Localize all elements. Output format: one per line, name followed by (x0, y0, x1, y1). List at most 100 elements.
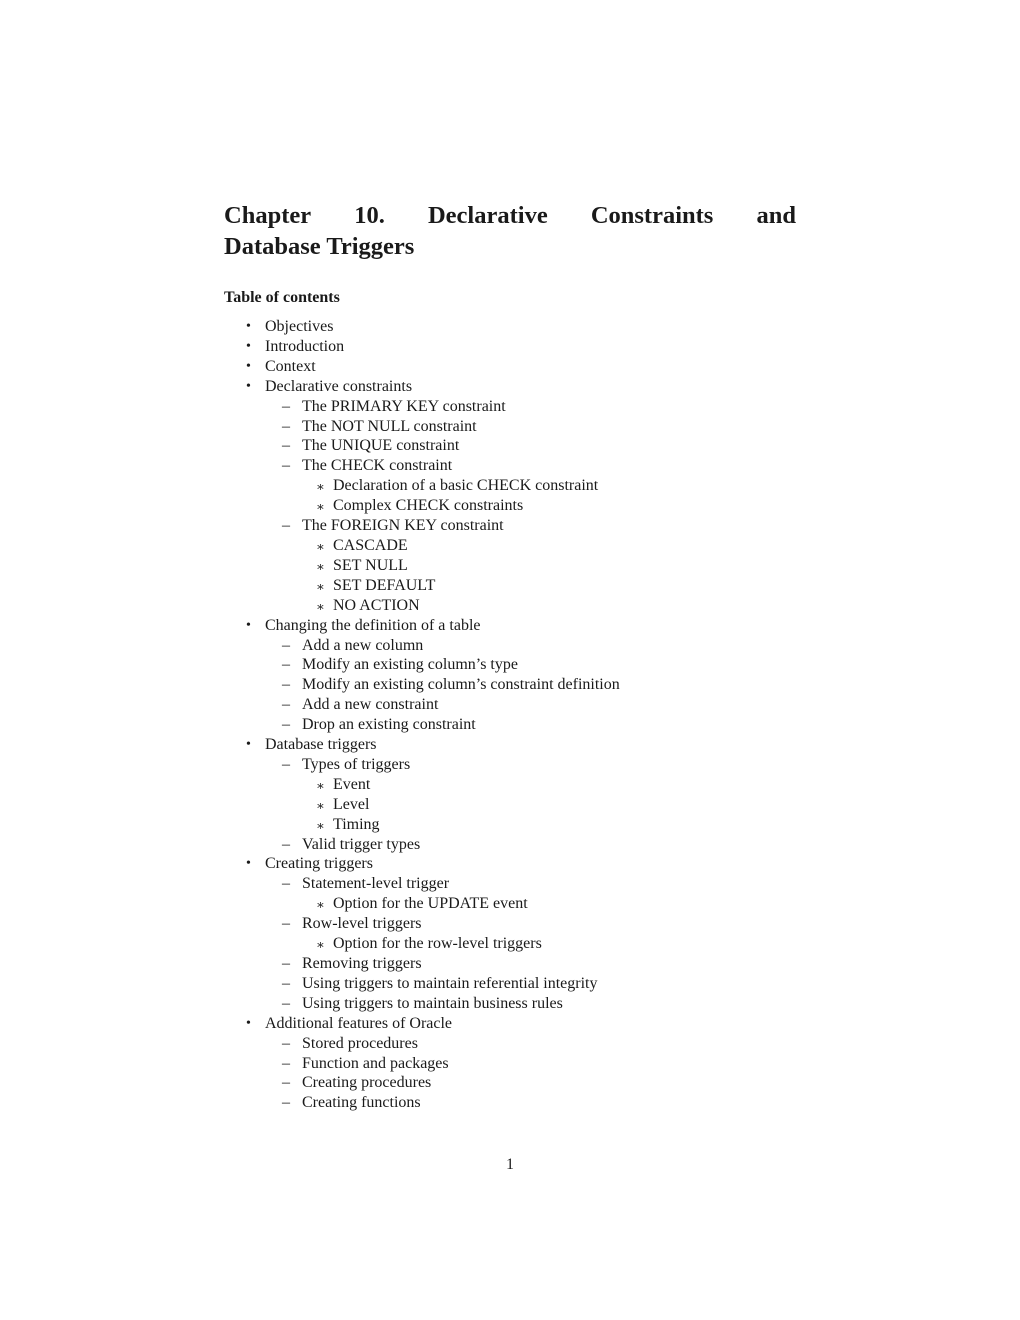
dash-icon: – (282, 397, 290, 415)
dash-icon: – (282, 656, 290, 674)
dash-icon: – (282, 1054, 290, 1072)
bullet-icon: • (246, 737, 251, 753)
toc-item-label[interactable]: Additional features of Oracle (265, 1015, 452, 1032)
dash-icon: – (282, 974, 290, 992)
toc-item-label[interactable]: Option for the row-level triggers (333, 935, 542, 952)
toc-item[interactable]: – Add a new column (224, 636, 796, 656)
toc-item-label[interactable]: NO ACTION (333, 597, 420, 614)
asterisk-icon: ∗ (316, 777, 325, 793)
toc-item-label[interactable]: Option for the UPDATE event (333, 895, 528, 912)
bullet-icon: • (246, 319, 251, 334)
toc-item-label[interactable]: Valid trigger types (302, 836, 420, 853)
toc-item-label[interactable]: Using triggers to maintain referential i… (302, 975, 597, 992)
toc-item[interactable]: • Context (224, 357, 796, 377)
toc-item[interactable]: – The UNIQUE constraint (224, 436, 796, 456)
toc-item[interactable]: ∗ Timing (224, 815, 796, 835)
bullet-icon: • (246, 856, 251, 872)
toc-item-label[interactable]: SET DEFAULT (333, 577, 435, 594)
toc-item-label[interactable]: Complex CHECK constraints (333, 497, 523, 514)
toc-item[interactable]: – Stored procedures (224, 1034, 796, 1054)
toc-item-label[interactable]: Database triggers (265, 736, 377, 753)
toc-item[interactable]: • Creating triggers (224, 854, 796, 874)
toc-item[interactable]: – Valid trigger types (224, 835, 796, 855)
toc-item[interactable]: ∗ Level (224, 795, 796, 815)
toc-item[interactable]: – The CHECK constraint (224, 456, 796, 476)
toc-item-label[interactable]: SET NULL (333, 557, 408, 574)
toc-item-label[interactable]: Creating procedures (302, 1074, 431, 1091)
toc-item[interactable]: – Statement-level trigger (224, 874, 796, 894)
toc-item-label[interactable]: Types of triggers (302, 756, 410, 773)
toc-item[interactable]: – Types of triggers (224, 755, 796, 775)
chapter-title: Chapter 10. Declarative Constraints and … (224, 200, 796, 262)
toc-item-label[interactable]: The NOT NULL constraint (302, 418, 477, 435)
dash-icon: – (282, 1034, 290, 1052)
toc-item[interactable]: • Declarative constraints (224, 377, 796, 397)
toc-item-label[interactable]: Statement-level trigger (302, 875, 449, 892)
toc-item-label[interactable]: The PRIMARY KEY constraint (302, 398, 506, 415)
toc-item[interactable]: – The NOT NULL constraint (224, 417, 796, 437)
dash-icon: – (282, 636, 290, 654)
toc-item-label[interactable]: Creating triggers (265, 855, 373, 872)
toc-item[interactable]: – The PRIMARY KEY constraint (224, 397, 796, 417)
toc-item[interactable]: – Creating functions (224, 1093, 796, 1113)
chapter-title-line-2: Database Triggers (224, 233, 415, 260)
toc-item[interactable]: – Modify an existing column’s type (224, 655, 796, 675)
toc-item[interactable]: ∗ Declaration of a basic CHECK constraint (224, 476, 796, 496)
dash-icon: – (282, 955, 290, 972)
toc-item[interactable]: ∗ CASCADE (224, 536, 796, 556)
toc-item-label[interactable]: Objectives (265, 318, 333, 335)
toc-item[interactable]: – Drop an existing constraint (224, 715, 796, 735)
toc-item[interactable]: – The FOREIGN KEY constraint (224, 516, 796, 536)
toc-item-label[interactable]: The UNIQUE constraint (302, 437, 459, 454)
toc-item-label[interactable]: Removing triggers (302, 955, 422, 972)
toc-item-label[interactable]: Add a new constraint (302, 696, 438, 713)
dash-icon: – (282, 915, 290, 933)
dash-icon: – (282, 437, 290, 455)
toc-item[interactable]: • Database triggers (224, 735, 796, 755)
toc-item-label[interactable]: Level (333, 796, 369, 813)
toc-item-label[interactable]: Add a new column (302, 637, 423, 654)
toc-item-label[interactable]: Declarative constraints (265, 378, 412, 395)
toc-item-label[interactable]: Stored procedures (302, 1035, 418, 1052)
toc-item-label[interactable]: Changing the definition of a table (265, 617, 481, 634)
toc-item[interactable]: • Additional features of Oracle (224, 1014, 796, 1034)
toc-item-label[interactable]: Row-level triggers (302, 915, 422, 932)
toc-item-label[interactable]: Creating functions (302, 1094, 421, 1111)
toc-item-label[interactable]: Context (265, 358, 316, 375)
toc-item[interactable]: ∗ NO ACTION (224, 596, 796, 616)
toc-item[interactable]: ∗ Event (224, 775, 796, 795)
toc-item-label[interactable]: Timing (333, 816, 380, 833)
bullet-icon: • (246, 378, 251, 394)
dash-icon: – (282, 994, 290, 1012)
toc-item-label[interactable]: Declaration of a basic CHECK constraint (333, 477, 598, 494)
toc-item[interactable]: • Changing the definition of a table (224, 616, 796, 636)
title-word: Declarative (427, 202, 548, 229)
toc-item[interactable]: – Modify an existing column’s constraint … (224, 675, 796, 695)
toc-item[interactable]: ∗ Option for the UPDATE event (224, 894, 796, 914)
toc-item-label[interactable]: Using triggers to maintain business rule… (302, 995, 563, 1012)
toc-item-label[interactable]: The FOREIGN KEY constraint (302, 517, 504, 534)
toc-item-label[interactable]: Modify an existing column’s type (302, 656, 518, 673)
toc-item-label[interactable]: Drop an existing constraint (302, 716, 476, 733)
toc-item[interactable]: – Add a new constraint (224, 695, 796, 715)
toc-item-label[interactable]: The CHECK constraint (302, 457, 452, 474)
dash-icon: – (282, 716, 290, 734)
toc-item[interactable]: ∗ Complex CHECK constraints (224, 496, 796, 516)
toc-item-label[interactable]: Function and packages (302, 1055, 449, 1072)
toc-item[interactable]: • Objectives (224, 317, 796, 337)
toc-item-label[interactable]: Modify an existing column’s constraint d… (302, 676, 620, 693)
toc-item[interactable]: – Row-level triggers (224, 914, 796, 934)
toc-item[interactable]: ∗ SET DEFAULT (224, 576, 796, 596)
bullet-icon: • (246, 358, 251, 374)
toc-item[interactable]: • Introduction (224, 337, 796, 357)
toc-item-label[interactable]: Introduction (265, 338, 344, 355)
toc-item[interactable]: ∗ SET NULL (224, 556, 796, 576)
toc-item[interactable]: – Function and packages (224, 1054, 796, 1074)
toc-item-label[interactable]: CASCADE (333, 537, 408, 554)
toc-item-label[interactable]: Event (333, 776, 370, 793)
toc-item[interactable]: ∗ Option for the row-level triggers (224, 934, 796, 954)
toc-item[interactable]: – Using triggers to maintain referential … (224, 974, 796, 994)
toc-item[interactable]: – Using triggers to maintain business rul… (224, 994, 796, 1014)
toc-item[interactable]: – Creating procedures (224, 1073, 796, 1093)
toc-item[interactable]: – Removing triggers (224, 954, 796, 974)
